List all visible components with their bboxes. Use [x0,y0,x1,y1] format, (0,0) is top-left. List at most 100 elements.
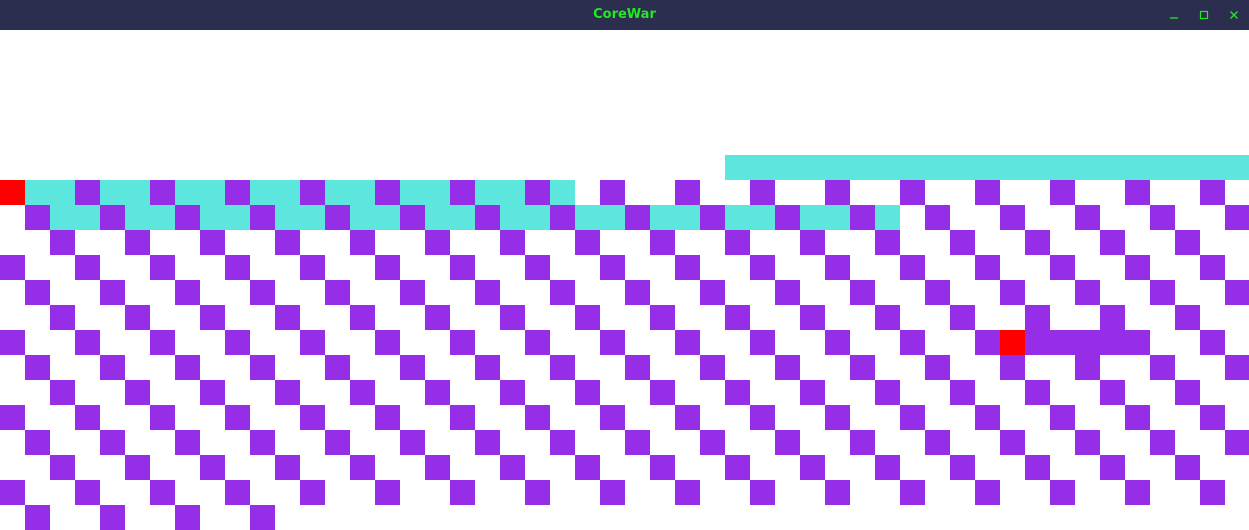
memory-cell-player1 [0,330,25,355]
memory-cell-player1 [600,330,625,355]
memory-cell-player1 [250,355,275,380]
memory-cell-player1 [1000,355,1025,380]
memory-cell-player1 [925,355,950,380]
memory-cell-player2 [475,180,500,205]
memory-cell-player1 [75,180,100,205]
memory-cell-player1 [900,255,925,280]
memory-cell-player1 [575,305,600,330]
memory-cell-player2 [725,205,750,230]
memory-cell-player1 [425,305,450,330]
memory-cell-player1 [450,405,475,430]
memory-cell-player1 [175,205,200,230]
memory-cell-player2 [375,205,400,230]
memory-cell-player1 [350,305,375,330]
memory-cell-player1 [725,380,750,405]
memory-cell-player1 [1125,480,1150,505]
memory-cell-player1 [575,455,600,480]
memory-cell-player2 [450,205,475,230]
memory-cell-player1 [975,180,1000,205]
memory-cell-player2 [875,155,900,180]
minimize-button[interactable] [1159,0,1189,30]
memory-cell-player1 [1000,280,1025,305]
memory-cell-player1 [1125,180,1150,205]
memory-cell-player1 [625,355,650,380]
memory-cell-player1 [1175,455,1200,480]
minimize-icon [1170,17,1178,19]
memory-cell-player1 [1100,330,1125,355]
memory-cell-player1 [1175,230,1200,255]
memory-cell-player1 [825,180,850,205]
memory-cell-player2 [975,155,1000,180]
memory-cell-player1 [1125,255,1150,280]
memory-cell-player1 [750,330,775,355]
memory-cell-player1 [250,205,275,230]
memory-cell-player1 [575,380,600,405]
memory-cell-player2 [750,155,775,180]
memory-cell-player1 [625,280,650,305]
memory-cell-player1 [175,430,200,455]
memory-cell-player1 [975,405,1000,430]
memory-cell-player1 [0,255,25,280]
memory-cell-player1 [750,180,775,205]
memory-cell-player1 [400,355,425,380]
memory-cell-player2 [250,180,275,205]
maximize-button[interactable] [1189,0,1219,30]
memory-cell-player1 [275,455,300,480]
memory-cell-player1 [375,480,400,505]
memory-cell-player1 [1225,355,1249,380]
memory-cell-player1 [700,205,725,230]
memory-cell-player1 [150,255,175,280]
memory-cell-player1 [1200,255,1225,280]
memory-cell-player1 [525,180,550,205]
process-cursor [1000,330,1025,355]
memory-cell-player2 [925,155,950,180]
memory-cell-player1 [750,255,775,280]
memory-cell-player2 [525,205,550,230]
memory-cell-player1 [400,430,425,455]
memory-cell-player1 [425,380,450,405]
memory-cell-player1 [600,180,625,205]
memory-cell-player1 [1100,230,1125,255]
memory-cell-player1 [450,480,475,505]
memory-cell-player1 [775,280,800,305]
memory-cell-player1 [625,205,650,230]
memory-cell-player2 [750,205,775,230]
memory-cell-player1 [550,205,575,230]
memory-cell-player2 [1100,155,1125,180]
memory-cell-player1 [1200,180,1225,205]
memory-cell-player1 [850,205,875,230]
memory-cell-player2 [400,180,425,205]
memory-cell-player1 [1175,305,1200,330]
memory-cell-player1 [325,430,350,455]
memory-cell-player2 [1050,155,1075,180]
memory-cell-player1 [700,280,725,305]
memory-cell-player1 [75,330,100,355]
memory-cell-player1 [1075,280,1100,305]
memory-cell-player1 [275,230,300,255]
memory-cell-player1 [650,230,675,255]
memory-cell-player1 [175,505,200,530]
memory-cell-player1 [875,305,900,330]
memory-cell-player1 [975,330,1000,355]
memory-cell-player1 [525,330,550,355]
memory-cell-player2 [1225,155,1249,180]
memory-cell-player1 [200,455,225,480]
close-button[interactable] [1219,0,1249,30]
memory-cell-player2 [175,180,200,205]
memory-cell-player1 [175,355,200,380]
memory-cell-player1 [300,180,325,205]
memory-cell-player2 [125,180,150,205]
memory-cell-player1 [50,455,75,480]
memory-cell-player1 [300,330,325,355]
memory-cell-player2 [350,205,375,230]
memory-cell-player1 [675,255,700,280]
memory-cell-player1 [0,480,25,505]
memory-cell-player1 [650,305,675,330]
memory-cell-player1 [50,380,75,405]
memory-cell-player2 [1000,155,1025,180]
memory-cell-player2 [75,205,100,230]
memory-cell-player1 [500,305,525,330]
memory-cell-player1 [800,305,825,330]
memory-cell-player1 [200,230,225,255]
memory-cell-player1 [1025,330,1050,355]
